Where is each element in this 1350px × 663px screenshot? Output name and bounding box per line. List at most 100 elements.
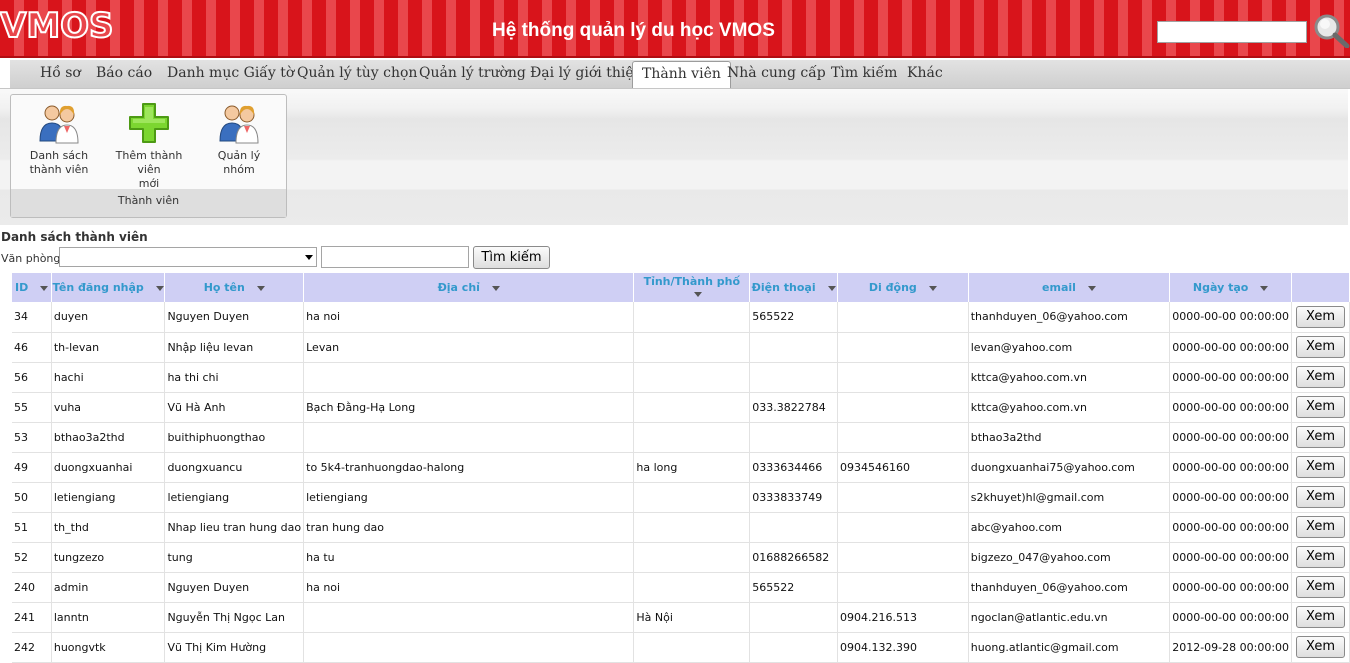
cell-username: th_thd: [51, 512, 166, 543]
sort-arrow-icon: [693, 292, 702, 297]
view-button[interactable]: Xem: [1296, 336, 1346, 358]
cell-username: duyen: [51, 302, 166, 333]
search-button[interactable]: Tìm kiếm: [473, 246, 550, 269]
view-button[interactable]: Xem: [1296, 366, 1346, 388]
header-search-input[interactable]: [1157, 21, 1307, 43]
cell-email: thanhduyen_06@yahoo.com: [968, 572, 1171, 603]
cell-mobile: [837, 542, 969, 573]
cell-created: 0000-00-00 00:00:00: [1169, 602, 1293, 633]
cell-fullname: Vũ Thị Kim Hường: [164, 632, 305, 663]
cell-email: kttca@yahoo.com.vn: [968, 362, 1171, 393]
cell-city: [633, 422, 751, 453]
search-icon[interactable]: [1312, 12, 1350, 48]
nav-item-khac[interactable]: Khác: [907, 65, 943, 87]
cell-actions: Xem: [1291, 392, 1350, 423]
table-header-row: ID Tên đăng nhập Họ tên Địa chỉ Tỉnh/Thà…: [12, 273, 1350, 302]
view-button[interactable]: Xem: [1296, 426, 1346, 448]
table-row: 52 tungzezo tung ha tu 01688266582 bigzezo_04…: [12, 542, 1350, 573]
view-button[interactable]: Xem: [1296, 546, 1346, 568]
cell-address: ha noi: [303, 302, 635, 333]
manage-groups-button[interactable]: Quản lý nhóm: [201, 101, 277, 177]
table-row: 241 lanntn Nguyễn Thị Ngọc Lan Hà Nội 0904.2…: [12, 602, 1350, 633]
column-header-city[interactable]: Tỉnh/Thành phố: [633, 273, 751, 302]
cell-city: ha long: [633, 452, 751, 483]
cell-actions: Xem: [1291, 632, 1350, 663]
vmos-logo[interactable]: VMOS: [0, 5, 115, 47]
nav-item-quan-ly-tuy-chon[interactable]: Quản lý tùy chọn: [297, 65, 417, 87]
office-label: Văn phòng:: [1, 252, 65, 265]
cell-username: duongxuanhai: [51, 452, 166, 483]
view-button[interactable]: Xem: [1296, 486, 1346, 508]
cell-fullname: buithiphuongthao: [164, 422, 305, 453]
cell-city: [633, 362, 751, 393]
cell-address: letiengiang: [303, 482, 635, 513]
nav-item-quan-ly-truong[interactable]: Quản lý trường: [419, 65, 526, 87]
cell-city: [633, 302, 751, 333]
table-row: 242 huongvtk Vũ Thị Kim Hường 0904.132.390 h…: [12, 632, 1350, 663]
nav-item-nha-cung-cap[interactable]: Nhà cung cấp: [727, 65, 826, 87]
view-button[interactable]: Xem: [1296, 516, 1346, 538]
cell-username: admin: [51, 572, 166, 603]
view-button[interactable]: Xem: [1296, 576, 1346, 598]
cell-mobile: [837, 512, 969, 543]
member-list-label-2: thành viên: [29, 163, 89, 176]
nav-item-thanh-vien[interactable]: Thành viên: [632, 61, 731, 89]
column-header-address[interactable]: Địa chỉ: [303, 273, 635, 302]
cell-created: 0000-00-00 00:00:00: [1169, 542, 1293, 573]
cell-id: 56: [12, 362, 52, 393]
cell-phone: 0333833749: [749, 482, 838, 513]
main-nav: Hồ sơ Báo cáo Danh mục Giấy tờ Quản lý t…: [10, 60, 1350, 89]
cell-username: bthao3a2thd: [51, 422, 166, 453]
view-button[interactable]: Xem: [1296, 456, 1346, 478]
cell-address: to 5k4-tranhuongdao-halong: [303, 452, 635, 483]
column-header-created[interactable]: Ngày tạo: [1169, 273, 1293, 302]
office-select[interactable]: [59, 247, 317, 267]
nav-item-danh-muc-giay-to[interactable]: Danh mục Giấy tờ: [167, 65, 294, 87]
cell-mobile: 0904.132.390: [837, 632, 969, 663]
cell-created: 2012-09-28 00:00:00: [1169, 632, 1293, 663]
cell-id: 50: [12, 482, 52, 513]
cell-username: hachi: [51, 362, 166, 393]
nav-item-bao-cao[interactable]: Báo cáo: [96, 65, 152, 87]
cell-email: bigzezo_047@yahoo.com: [968, 542, 1171, 573]
cell-phone: [749, 632, 838, 663]
column-header-mobile[interactable]: Di động: [837, 273, 969, 302]
sort-arrow-icon: [491, 285, 500, 291]
cell-created: 0000-00-00 00:00:00: [1169, 452, 1293, 483]
cell-phone: [749, 362, 838, 393]
cell-mobile: 0904.216.513: [837, 602, 969, 633]
cell-id: 52: [12, 542, 52, 573]
column-header-id[interactable]: ID: [12, 273, 52, 302]
sort-arrow-icon: [256, 285, 265, 291]
nav-item-ho-so[interactable]: Hồ sơ: [40, 65, 81, 87]
cell-city: [633, 542, 751, 573]
member-list-label-1: Danh sách: [29, 149, 89, 162]
member-list-button[interactable]: Danh sách thành viên: [21, 101, 97, 177]
cell-city: [633, 572, 751, 603]
column-header-phone[interactable]: Điện thoại: [749, 273, 838, 302]
sort-arrow-icon: [1087, 285, 1096, 291]
keyword-input[interactable]: [321, 246, 469, 268]
nav-item-tim-kiem[interactable]: Tìm kiếm: [831, 65, 897, 87]
cell-address: tran hung dao: [303, 512, 635, 543]
column-header-fullname[interactable]: Họ tên: [164, 273, 305, 302]
nav-item-dai-ly-gioi-thieu[interactable]: Đại lý giới thiệu: [530, 65, 643, 87]
member-table: ID Tên đăng nhập Họ tên Địa chỉ Tỉnh/Thà…: [12, 273, 1350, 663]
cell-id: 53: [12, 422, 52, 453]
column-header-email[interactable]: email: [968, 273, 1171, 302]
add-member-button[interactable]: Thêm thành viên mới: [105, 101, 193, 191]
table-row: 55 vuha Vũ Hà Anh Bạch Đằng-Hạ Long 033.3822…: [12, 392, 1350, 423]
table-row: 240 admin Nguyen Duyen ha noi 565522 thanhduy…: [12, 572, 1350, 603]
sort-arrow-icon: [155, 285, 164, 291]
cell-actions: Xem: [1291, 362, 1350, 393]
column-header-username[interactable]: Tên đăng nhập: [51, 273, 166, 302]
cell-username: th-levan: [51, 332, 166, 363]
ribbon-toolbar: Danh sách thành viên Thêm thành viên mới…: [0, 88, 1350, 228]
view-button[interactable]: Xem: [1296, 396, 1346, 418]
view-button[interactable]: Xem: [1296, 606, 1346, 628]
table-row: 46 th-levan Nhập liệu levan Levan levan@yaho…: [12, 332, 1350, 363]
cell-created: 0000-00-00 00:00:00: [1169, 422, 1293, 453]
view-button[interactable]: Xem: [1296, 305, 1346, 328]
view-button[interactable]: Xem: [1296, 636, 1346, 658]
sort-arrow-icon: [40, 285, 49, 291]
